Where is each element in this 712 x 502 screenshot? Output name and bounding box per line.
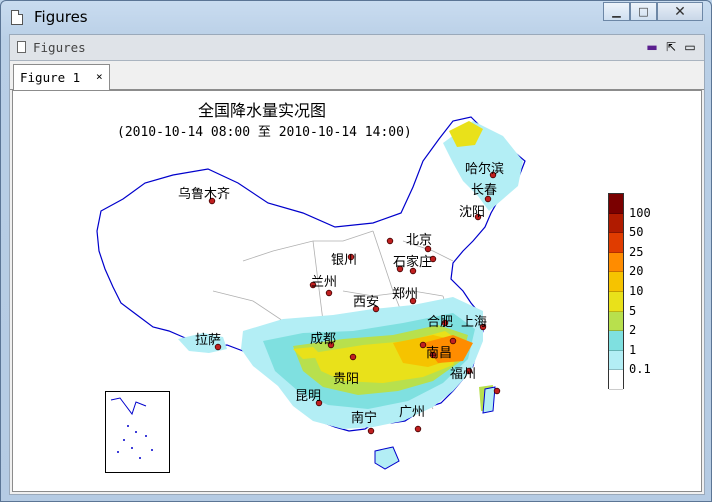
maximize-icon: □ xyxy=(638,5,649,18)
figure-canvas: 全国降水量实况图 (2010-10-14 08:00 至 2010-10-14 … xyxy=(12,90,702,492)
tab-close-icon[interactable]: × xyxy=(96,70,103,83)
city-label-beijing: 北京 xyxy=(406,233,433,248)
legend-swatch xyxy=(609,350,623,371)
maximize-panel-button[interactable]: ▭ xyxy=(683,40,697,54)
legend-tick-label: 5 xyxy=(629,303,637,318)
close-button[interactable]: ✕ xyxy=(657,2,703,21)
maximize-icon: ▭ xyxy=(684,40,696,54)
window-title: Figures xyxy=(34,8,88,26)
legend-swatch xyxy=(609,213,623,234)
legend-swatch xyxy=(609,331,623,351)
city-label-urumqi: 乌鲁木齐 xyxy=(178,187,231,202)
legend-swatch xyxy=(609,272,623,292)
legend-tick-label: 2 xyxy=(629,323,637,338)
tab-strip: Figure 1 × xyxy=(10,61,704,90)
minimize-button[interactable]: ▁ xyxy=(603,2,630,21)
city-label-lhasa: 拉萨 xyxy=(195,333,222,348)
legend-tick-label: 0.1 xyxy=(629,362,651,377)
city-label-nanchang: 南昌 xyxy=(426,346,453,361)
hainan-outline xyxy=(374,446,400,470)
city-label-fuzhou: 福州 xyxy=(450,367,477,382)
window-controls: ▁ □ ✕ xyxy=(603,2,703,21)
city-label-guangzhou: 广州 xyxy=(399,405,426,420)
inner-toolbar: ▬ ⇱ ▭ xyxy=(645,40,697,54)
city-label-nanning: 南宁 xyxy=(351,411,378,426)
document-icon xyxy=(17,41,26,53)
city-label-shenyang: 沈阳 xyxy=(459,205,486,220)
city-label-harbin: 哈尔滨 xyxy=(465,162,505,177)
document-icon xyxy=(11,10,23,25)
legend-tick-label: 25 xyxy=(629,244,644,259)
legend-swatch xyxy=(609,252,623,273)
legend-tick-label: 20 xyxy=(629,264,644,279)
city-label-zhengzhou: 郑州 xyxy=(392,287,419,302)
city-label-shanghai: 上海 xyxy=(461,315,488,330)
south-china-sea-islands xyxy=(110,397,153,459)
legend-swatch xyxy=(609,311,623,332)
map-subtitle: (2010-10-14 08:00 至 2010-10-14 14:00) xyxy=(117,125,412,140)
legend-swatch xyxy=(609,291,623,312)
undock-button[interactable]: ⇱ xyxy=(664,40,678,54)
legend-swatch xyxy=(609,370,623,390)
close-icon: ✕ xyxy=(674,3,686,20)
city-label-yinchuan: 银川 xyxy=(331,253,358,268)
legend-swatch xyxy=(609,233,623,253)
city-label-lanzhou: 兰州 xyxy=(311,275,338,290)
legend-tick-label: 10 xyxy=(629,284,644,298)
city-label-hefei: 合肥 xyxy=(427,315,454,330)
inner-title: Figures xyxy=(33,40,86,55)
legend-tick-label: 1 xyxy=(629,342,637,357)
city-label-xian: 西安 xyxy=(353,295,380,310)
maximize-button[interactable]: □ xyxy=(630,2,657,21)
city-label-chengdu: 成都 xyxy=(310,332,337,347)
tab-figure-1[interactable]: Figure 1 × xyxy=(13,64,110,90)
minimize-panel-button[interactable]: ▬ xyxy=(645,40,659,54)
figures-panel: Figures ▬ ⇱ ▭ Figure 1 × 全国降水量实况图 (2010-… xyxy=(9,34,705,495)
minimize-icon: ▁ xyxy=(612,5,621,18)
legend-colorbar xyxy=(608,193,624,390)
app-window: Figures ▁ □ ✕ Figures ▬ ⇱ ▭ Figure 1 × 全… xyxy=(0,0,712,502)
legend-swatch xyxy=(609,194,623,214)
legend-tick-label: 100 xyxy=(629,205,651,220)
city-label-shijiazhuang: 石家庄 xyxy=(393,255,433,270)
tab-label: Figure 1 xyxy=(20,70,81,85)
inner-title-bar: Figures ▬ ⇱ ▭ xyxy=(10,35,704,61)
undock-icon: ⇱ xyxy=(665,40,677,54)
taiwan-outline xyxy=(482,386,496,414)
city-label-guiyang: 贵阳 xyxy=(333,372,360,387)
city-label-kunming: 昆明 xyxy=(295,389,322,404)
map-title: 全国降水量实况图 xyxy=(198,101,327,120)
legend-tick-label: 50 xyxy=(629,225,644,240)
minimize-icon: ▬ xyxy=(646,40,658,54)
city-label-changchun: 长春 xyxy=(471,183,498,198)
south-china-sea-inset xyxy=(105,391,170,473)
